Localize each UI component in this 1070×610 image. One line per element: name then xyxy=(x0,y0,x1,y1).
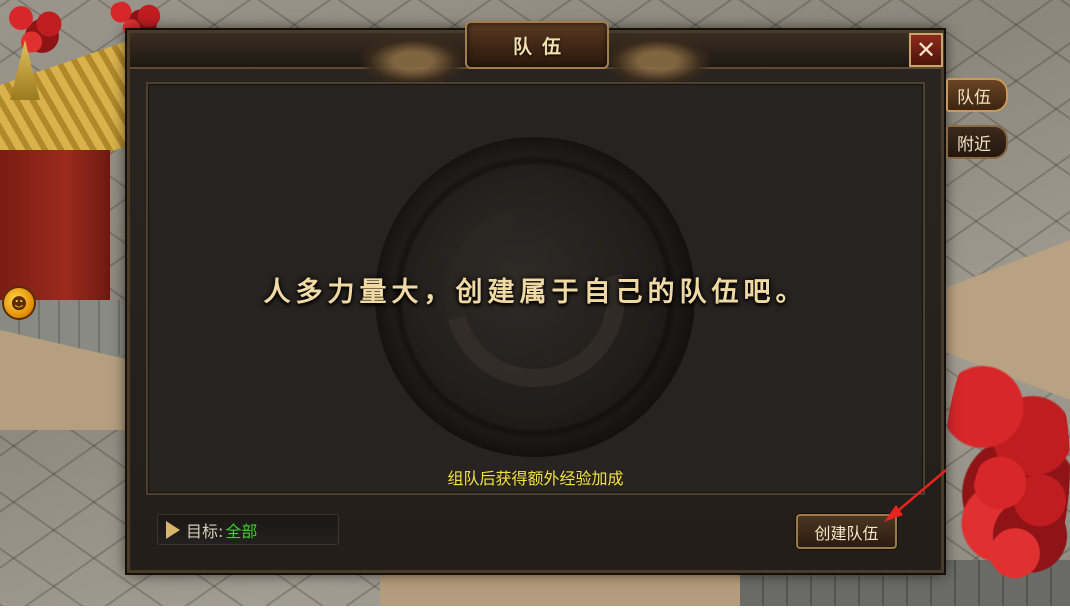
red-pointer-arrow-icon xyxy=(884,469,947,522)
